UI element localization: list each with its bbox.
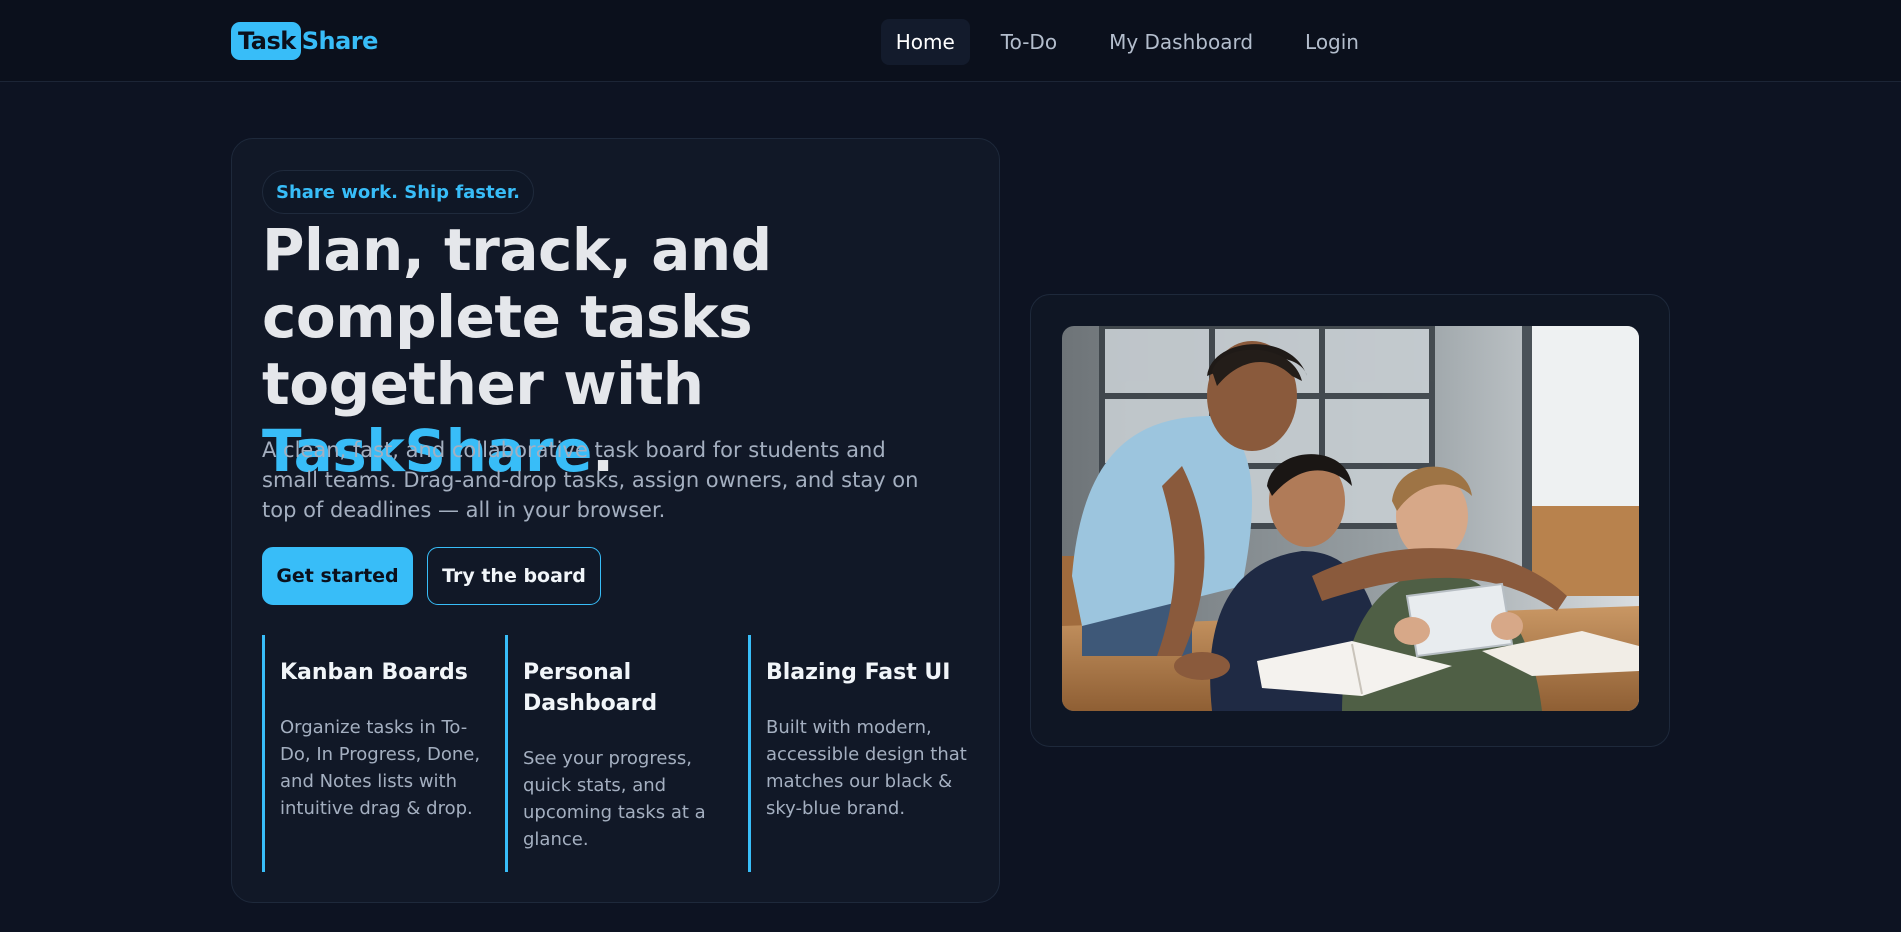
feature-title: Personal Dashboard [523, 660, 658, 716]
feature-title: Kanban Boards [280, 660, 468, 685]
feature-kanban: Kanban Boards Organize tasks in To-Do, I… [262, 635, 482, 872]
try-board-button[interactable]: Try the board [427, 547, 601, 605]
feature-list: Kanban Boards Organize tasks in To-Do, I… [262, 635, 992, 872]
hero-description: A clean, fast, and collaborative task bo… [262, 438, 919, 522]
nav-link-home[interactable]: Home [880, 19, 970, 65]
nav-links: Home To-Do My Dashboard Login [880, 19, 1380, 65]
nav-link-login[interactable]: Login [1284, 19, 1380, 65]
feature-text: See your progress, quick stats, and upco… [523, 748, 706, 850]
feature-dashboard: Personal Dashboard See your progress, qu… [505, 635, 725, 872]
feature-fast-ui: Blazing Fast UI Built with modern, acces… [748, 635, 968, 872]
nav-link-todo[interactable]: To-Do [980, 19, 1078, 65]
headline-text: Plan, track, and complete tasks together… [262, 216, 772, 418]
hero-card: Share work. Ship faster. Plan, track, an… [231, 138, 1000, 903]
hero-image-card [1030, 294, 1670, 747]
team-photo [1062, 326, 1639, 711]
nav-link-dashboard[interactable]: My Dashboard [1088, 19, 1274, 65]
tagline-badge: Share work. Ship faster. [262, 170, 534, 214]
feature-text: Built with modern, accessible design tha… [766, 717, 967, 819]
feature-title: Blazing Fast UI [766, 660, 951, 685]
get-started-button[interactable]: Get started [262, 547, 413, 605]
navbar: Task Share Home To-Do My Dashboard Login [0, 0, 1901, 82]
feature-text: Organize tasks in To-Do, In Progress, Do… [280, 717, 481, 819]
logo-badge: Task [231, 22, 301, 60]
logo[interactable]: Task Share [231, 21, 378, 61]
logo-text: Share [301, 27, 379, 55]
